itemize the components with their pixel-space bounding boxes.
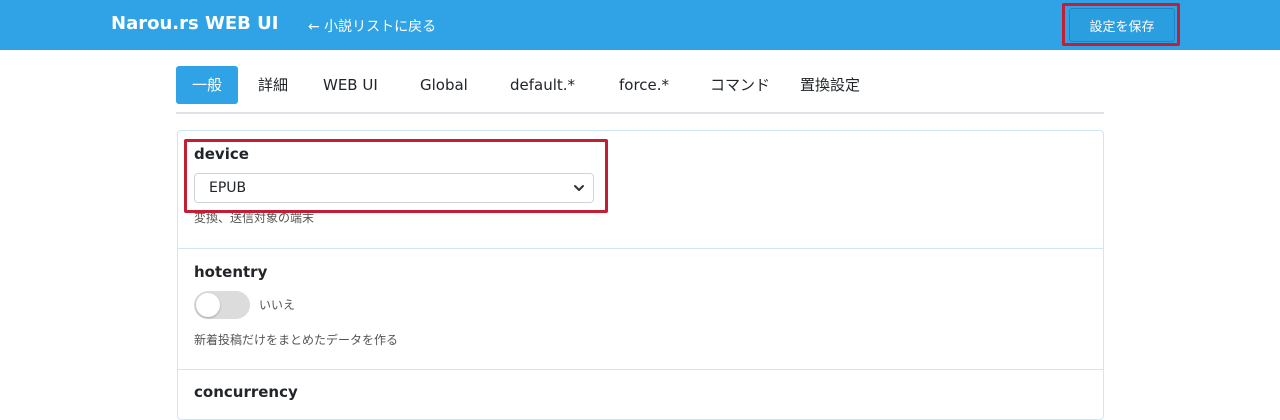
device-selected-value: EPUB	[209, 180, 247, 196]
hotentry-label: hotentry	[194, 263, 268, 281]
tab-details[interactable]: 詳細	[258, 66, 288, 104]
save-settings-button[interactable]: 設定を保存	[1069, 8, 1175, 42]
hotentry-toggle-knob	[196, 293, 220, 317]
setting-divider	[178, 248, 1103, 249]
tab-general[interactable]: 一般	[176, 66, 238, 104]
hotentry-toggle[interactable]	[194, 291, 250, 319]
app-brand[interactable]: Narou.rs WEB UI	[111, 13, 278, 34]
concurrency-label: concurrency	[194, 383, 298, 401]
settings-panel: device EPUB 変換、送信対象の端末 hotentry いいえ 新着投稿…	[177, 130, 1104, 420]
device-help-text: 変換、送信対象の端末	[194, 211, 315, 225]
setting-divider	[178, 369, 1103, 370]
back-to-novel-list-link[interactable]: ← 小説リストに戻る	[308, 16, 436, 36]
settings-tabs: 一般 詳細 WEB UI Global default.* force.* コマ…	[176, 66, 1104, 114]
chevron-down-icon	[574, 185, 584, 191]
top-navbar: Narou.rs WEB UI ← 小説リストに戻る 設定を保存	[0, 0, 1280, 50]
device-label: device	[194, 145, 249, 163]
tab-force[interactable]: force.*	[619, 66, 669, 104]
tab-global[interactable]: Global	[420, 66, 468, 104]
tab-command[interactable]: コマンド	[710, 66, 770, 104]
tab-replace-settings[interactable]: 置換設定	[800, 66, 860, 104]
tab-web-ui[interactable]: WEB UI	[323, 66, 378, 104]
device-select[interactable]: EPUB	[194, 173, 594, 203]
hotentry-help-text: 新着投稿だけをまとめたデータを作る	[194, 333, 399, 347]
hotentry-toggle-state: いいえ	[259, 298, 296, 312]
tab-default[interactable]: default.*	[510, 66, 575, 104]
